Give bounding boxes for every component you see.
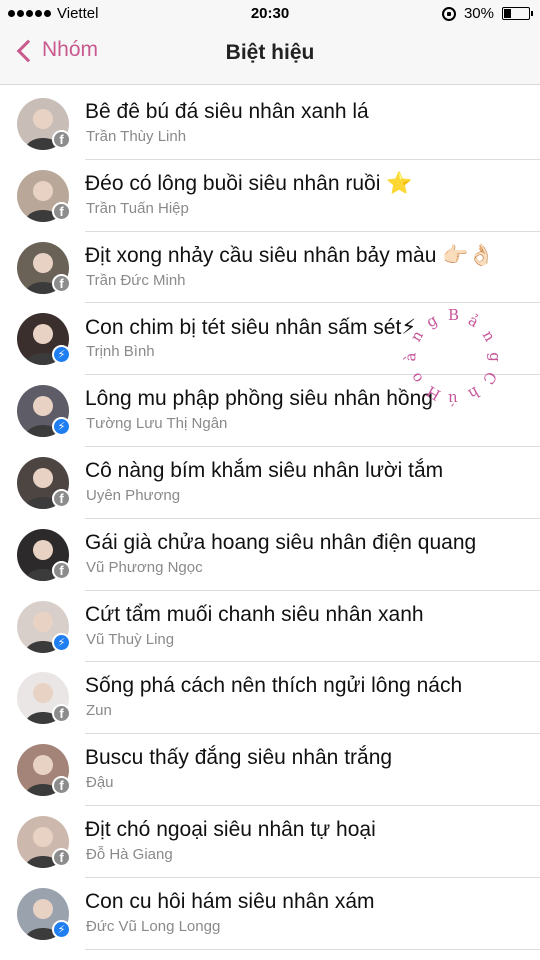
- member-name: Trịnh Bình: [86, 343, 155, 361]
- nickname: Cứt tẩm muối chanh siêu nhân xanh: [85, 602, 424, 626]
- member-row[interactable]: f Địt xong nhảy cầu siêu nhân bảy màu 👉🏻👌…: [0, 232, 540, 304]
- status-bar: Viettel 20:30 30%: [0, 0, 540, 28]
- messenger-icon: ⚡: [52, 345, 71, 365]
- member-list: f Bê đê bú đá siêu nhân xanh lá Trần Thùy …: [0, 88, 540, 950]
- member-row[interactable]: ⚡ Con chim bị tét siêu nhân sấm sét⚡ Trịnh…: [0, 303, 540, 375]
- nickname: Đéo có lông buồi siêu nhân ruồi ⭐: [85, 171, 413, 195]
- facebook-icon: f: [52, 273, 71, 293]
- facebook-icon: f: [52, 704, 71, 724]
- member-name: Đức Vũ Long Longg: [86, 917, 221, 935]
- nickname: Địt chó ngoại siêu nhân tự hoại: [85, 817, 376, 841]
- member-row[interactable]: f Buscu thấy đắng siêu nhân trắng Đậu: [0, 734, 540, 806]
- member-name: Đỗ Hà Giang: [86, 845, 173, 863]
- nickname: Gái già chửa hoang siêu nhân điện quang: [85, 530, 477, 554]
- member-name: Vũ Thuỳ Ling: [86, 630, 175, 648]
- nickname: Lông mu phập phồng siêu nhân hồng: [85, 387, 433, 411]
- nav-bar: Nhóm Biệt hiệu: [0, 28, 540, 85]
- battery-fill: [504, 9, 511, 18]
- member-name: Tường Lưu Thị Ngân: [86, 415, 228, 433]
- battery-icon: [502, 7, 533, 20]
- member-row[interactable]: f Sống phá cách nên thích ngửi lông nách Z…: [0, 662, 540, 734]
- member-name: Trần Tuấn Hiệp: [86, 199, 189, 217]
- status-right: 30%: [441, 5, 533, 22]
- facebook-icon: f: [52, 488, 71, 508]
- messenger-icon: ⚡: [52, 919, 71, 939]
- member-row[interactable]: f Cô nàng bím khắm siêu nhân lười tắm Uyên…: [0, 447, 540, 519]
- messenger-icon: ⚡: [52, 417, 71, 437]
- facebook-icon: f: [52, 130, 71, 149]
- nickname: Cô nàng bím khắm siêu nhân lười tắm: [85, 458, 444, 482]
- member-name: Trần Thùy Linh: [86, 128, 187, 145]
- member-name: Uyên Phương: [86, 486, 181, 504]
- facebook-icon: f: [52, 847, 71, 867]
- nickname: Buscu thấy đắng siêu nhân trắng: [85, 746, 393, 770]
- nickname: Địt xong nhảy cầu siêu nhân bảy màu 👉🏻👌🏻: [85, 243, 495, 267]
- facebook-icon: f: [52, 560, 71, 580]
- nickname: Con chim bị tét siêu nhân sấm sét⚡: [85, 316, 417, 340]
- facebook-icon: f: [52, 776, 71, 796]
- member-name: Đậu: [86, 774, 114, 792]
- member-row[interactable]: ⚡ Lông mu phập phồng siêu nhân hồng Tường …: [0, 375, 540, 447]
- member-name: Trần Đức Minh: [86, 271, 186, 289]
- nickname: Bê đê bú đá siêu nhân xanh lá: [85, 100, 369, 123]
- member-row[interactable]: ⚡ Cứt tẩm muối chanh siêu nhân xanh Vũ Thu…: [0, 591, 540, 663]
- nickname: Con cu hôi hám siêu nhân xám: [85, 889, 375, 913]
- member-name: Vũ Phương Ngọc: [86, 558, 203, 576]
- battery-percent: 30%: [463, 5, 494, 22]
- member-row[interactable]: f Địt chó ngoại siêu nhân tự hoại Đỗ Hà Gi…: [0, 806, 540, 878]
- facebook-icon: f: [52, 201, 71, 221]
- member-row[interactable]: ⚡ Con cu hôi hám siêu nhân xám Đức Vũ Long…: [0, 878, 540, 950]
- messenger-icon: ⚡: [52, 632, 71, 652]
- page-title: Biệt hiệu: [225, 41, 315, 64]
- member-name: Zun: [86, 702, 112, 720]
- rotation-lock-icon: [441, 6, 456, 21]
- member-row[interactable]: f Gái già chửa hoang siêu nhân điện quang…: [0, 519, 540, 591]
- member-row[interactable]: f Đéo có lông buồi siêu nhân ruồi ⭐ Trần T…: [0, 160, 540, 232]
- nickname: Sống phá cách nên thích ngửi lông nách: [85, 674, 463, 698]
- member-row[interactable]: f Bê đê bú đá siêu nhân xanh lá Trần Thùy …: [0, 88, 540, 160]
